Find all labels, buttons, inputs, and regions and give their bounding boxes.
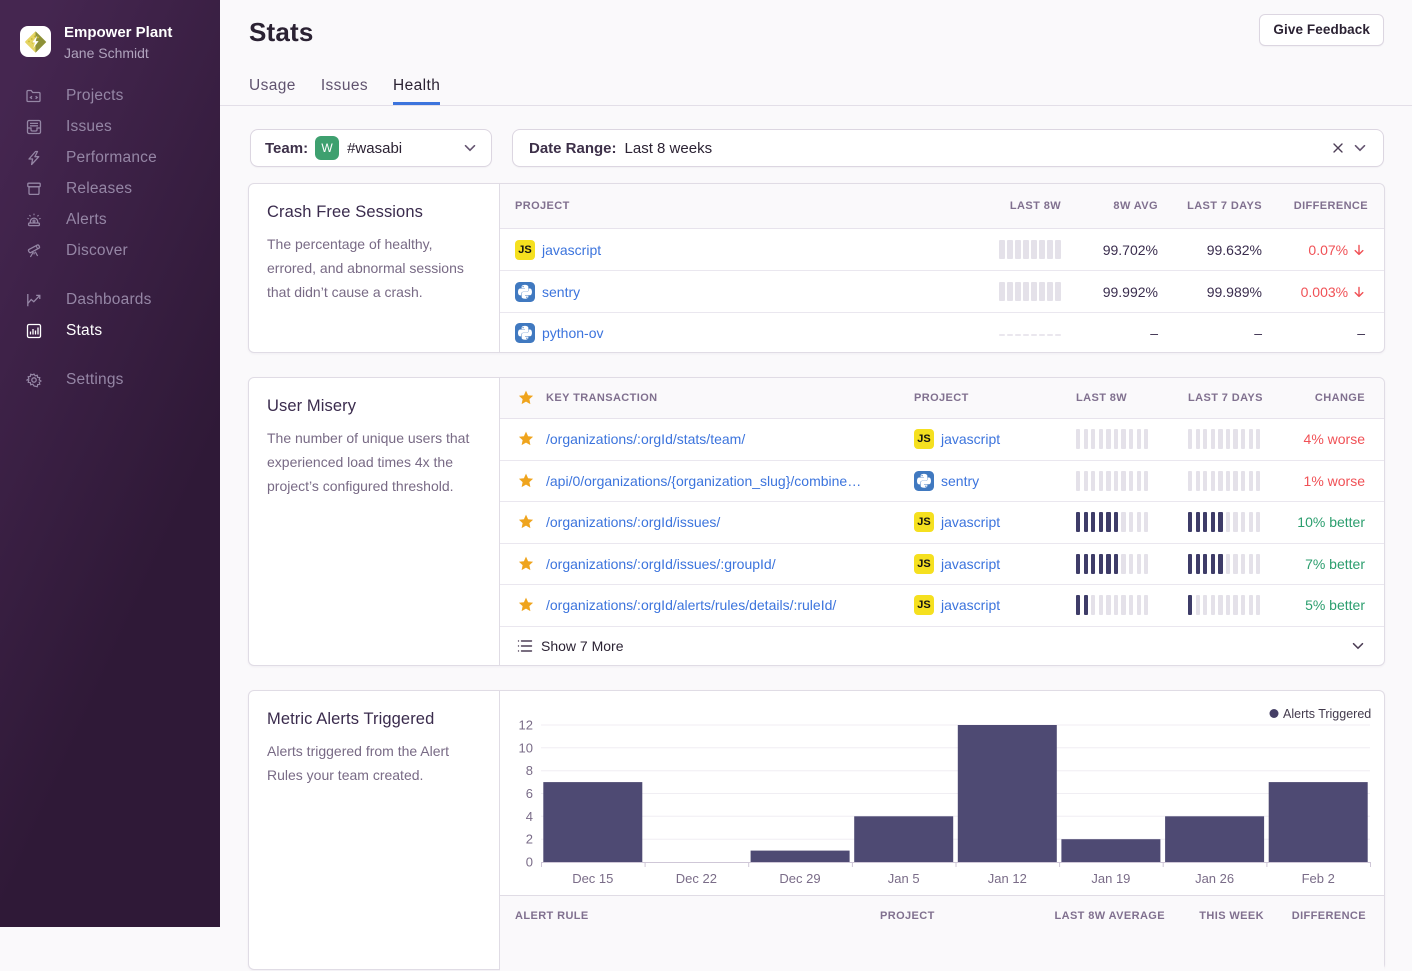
svg-text:8: 8 [526, 763, 533, 778]
svg-text:Jan 19: Jan 19 [1091, 871, 1130, 886]
svg-text:12: 12 [519, 718, 533, 733]
svg-text:Jan 12: Jan 12 [988, 871, 1027, 886]
svg-text:Dec 15: Dec 15 [572, 871, 613, 886]
svg-text:Dec 22: Dec 22 [676, 871, 717, 886]
svg-text:0: 0 [526, 855, 533, 870]
svg-text:Jan 5: Jan 5 [888, 871, 920, 886]
svg-text:6: 6 [526, 786, 533, 801]
svg-text:Alerts Triggered: Alerts Triggered [1283, 707, 1371, 721]
svg-text:Jan 26: Jan 26 [1195, 871, 1234, 886]
svg-text:4: 4 [526, 809, 533, 824]
svg-text:Feb 2: Feb 2 [1302, 871, 1335, 886]
svg-text:2: 2 [526, 832, 533, 847]
svg-text:Dec 29: Dec 29 [779, 871, 820, 886]
svg-text:10: 10 [519, 740, 533, 755]
